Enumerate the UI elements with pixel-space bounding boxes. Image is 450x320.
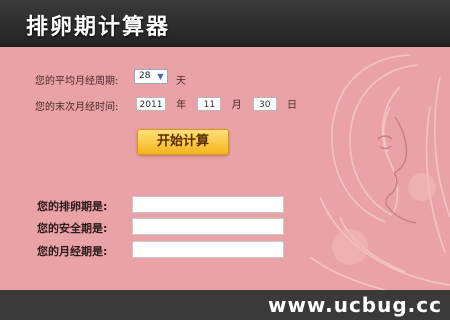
safe-period-result-field[interactable] — [132, 218, 284, 235]
year-input[interactable]: 2011 — [136, 96, 166, 111]
cycle-label: 您的平均月经周期: — [35, 76, 119, 87]
last-period-row: 您的末次月经时间: — [35, 98, 118, 113]
year-unit: 年 — [176, 100, 187, 111]
month-unit: 月 — [231, 100, 242, 111]
app-header: 排卵期计算器 — [0, 0, 450, 47]
cycle-unit: 天 — [176, 76, 186, 87]
menstrual-period-result-field[interactable] — [132, 241, 284, 258]
site-watermark: www.ucbug.cc — [267, 293, 442, 317]
cycle-select[interactable]: 28 ▼ — [134, 69, 168, 84]
day-input[interactable]: 30 — [252, 96, 277, 111]
day-unit: 日 — [286, 100, 297, 111]
start-calculate-button[interactable]: 开始计算 — [137, 129, 229, 155]
app-title: 排卵期计算器 — [26, 15, 171, 40]
cycle-unit-wrap: 天 — [176, 72, 186, 87]
cycle-select-value: 28 — [139, 71, 151, 81]
chevron-down-icon[interactable]: ▼ — [156, 72, 165, 81]
cycle-row: 您的平均月经周期: — [35, 72, 118, 87]
ovulation-label: 您的排卵期是: — [37, 200, 108, 213]
calculator-panel: 您的平均月经周期: 28 ▼ 天 您的末次月经时间: 2011 年 11 月 3… — [0, 47, 450, 290]
woman-silhouette-illustration — [309, 54, 450, 290]
ovulation-result-field[interactable] — [132, 196, 284, 213]
footer-bar: www.ucbug.cc — [0, 290, 450, 320]
last-period-label: 您的末次月经时间: — [35, 102, 119, 113]
month-input[interactable]: 11 — [197, 96, 222, 111]
safe-period-label: 您的安全期是: — [37, 222, 108, 235]
menstrual-period-label: 您的月经期是: — [37, 245, 108, 258]
date-fields: 2011 年 11 月 30 日 — [136, 96, 297, 111]
